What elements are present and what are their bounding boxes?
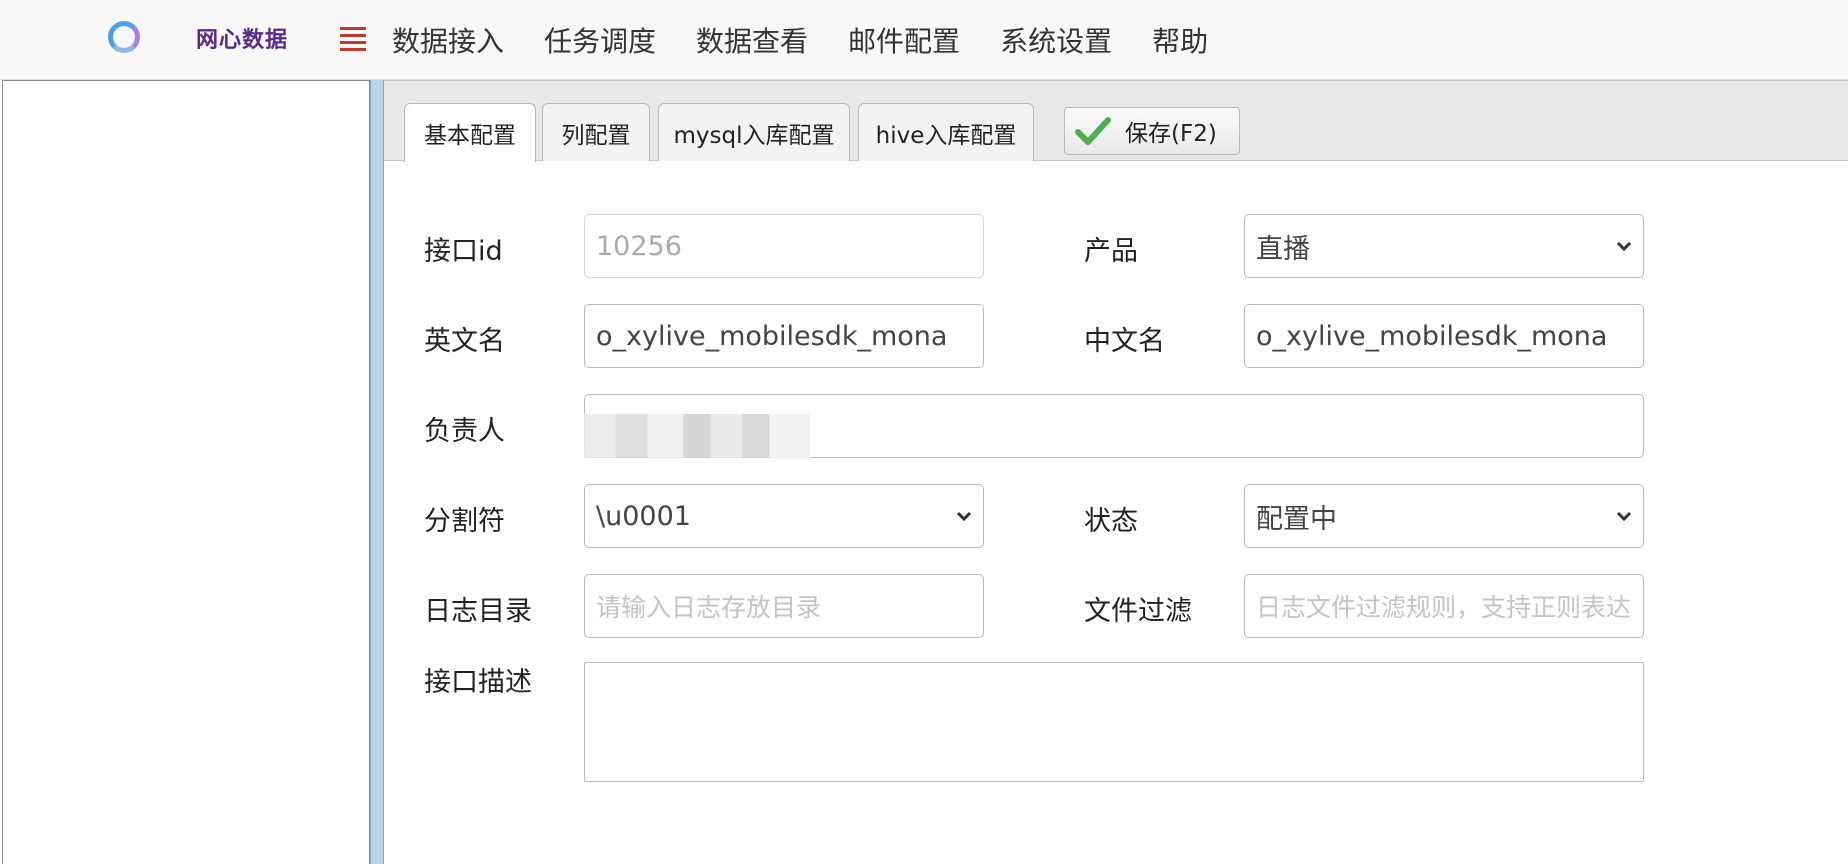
log-dir-placeholder: 请输入日志存放目录 — [596, 593, 822, 622]
nav-item-data-access[interactable]: 数据接入 — [392, 20, 504, 60]
brand-name[interactable]: 网心数据 — [196, 22, 288, 54]
nav-item-help[interactable]: 帮助 — [1152, 20, 1208, 60]
tab-bar: 基本配置 列配置 mysql入库配置 hive入库配置 保存(F2) — [384, 81, 1848, 162]
description-textarea[interactable] — [584, 662, 1644, 782]
nav-item-task-scheduling[interactable]: 任务调度 — [544, 20, 656, 60]
interface-id-value: 10256 — [596, 230, 682, 262]
save-button-label: 保存(F2) — [1125, 121, 1217, 147]
product-select[interactable]: 直播 — [1244, 214, 1644, 278]
description-label: 接口描述 — [424, 667, 532, 698]
english-name-value: o_xylive_mobilesdk_mona — [596, 320, 948, 352]
interface-id-label: 接口id — [424, 236, 503, 267]
top-navbar: 网心数据 数据接入 任务调度 数据查看 邮件配置 系统设置 帮助 — [0, 0, 1848, 80]
interface-id-field: 10256 — [584, 214, 984, 278]
left-sidebar — [2, 80, 370, 864]
chevron-down-icon — [1616, 511, 1632, 522]
product-label: 产品 — [1084, 236, 1138, 267]
chinese-name-label: 中文名 — [1084, 326, 1165, 357]
nav-item-mail-config[interactable]: 邮件配置 — [848, 20, 960, 60]
delimiter-label: 分割符 — [424, 506, 505, 537]
english-name-input[interactable]: o_xylive_mobilesdk_mona — [584, 304, 984, 368]
file-filter-placeholder: 日志文件过滤规则，支持正则表达式 — [1256, 593, 1632, 622]
owner-label: 负责人 — [424, 416, 505, 447]
chevron-down-icon — [1616, 241, 1632, 252]
panel-splitter[interactable] — [370, 80, 384, 864]
delimiter-value: \u0001 — [596, 500, 691, 532]
chinese-name-value: o_xylive_mobilesdk_mona — [1256, 320, 1608, 352]
file-filter-label: 文件过滤 — [1084, 596, 1192, 627]
status-select[interactable]: 配置中 — [1244, 484, 1644, 548]
delimiter-select[interactable]: \u0001 — [584, 484, 984, 548]
nav-item-system-settings[interactable]: 系统设置 — [1000, 20, 1112, 60]
status-value: 配置中 — [1256, 503, 1337, 535]
log-dir-label: 日志目录 — [424, 596, 532, 627]
menu-toggle-icon[interactable] — [340, 27, 366, 51]
chinese-name-input[interactable]: o_xylive_mobilesdk_mona — [1244, 304, 1644, 368]
tab-column-config[interactable]: 列配置 — [542, 103, 650, 161]
tab-hive-config[interactable]: hive入库配置 — [858, 103, 1034, 161]
status-label: 状态 — [1084, 506, 1138, 537]
tab-mysql-config[interactable]: mysql入库配置 — [658, 103, 850, 161]
redacted-owner-name — [584, 414, 810, 458]
chevron-down-icon — [956, 511, 972, 522]
file-filter-input[interactable]: 日志文件过滤规则，支持正则表达式 — [1244, 574, 1644, 638]
checkmark-icon — [1075, 117, 1111, 145]
product-value: 直播 — [1256, 233, 1310, 265]
log-dir-input[interactable]: 请输入日志存放目录 — [584, 574, 984, 638]
tab-basic-config[interactable]: 基本配置 — [404, 103, 536, 162]
save-button[interactable]: 保存(F2) — [1064, 107, 1240, 155]
english-name-label: 英文名 — [424, 326, 505, 357]
nav-item-data-view[interactable]: 数据查看 — [696, 20, 808, 60]
nav-menu: 数据接入 任务调度 数据查看 邮件配置 系统设置 帮助 — [392, 0, 1248, 80]
logo-icon[interactable] — [108, 21, 140, 53]
